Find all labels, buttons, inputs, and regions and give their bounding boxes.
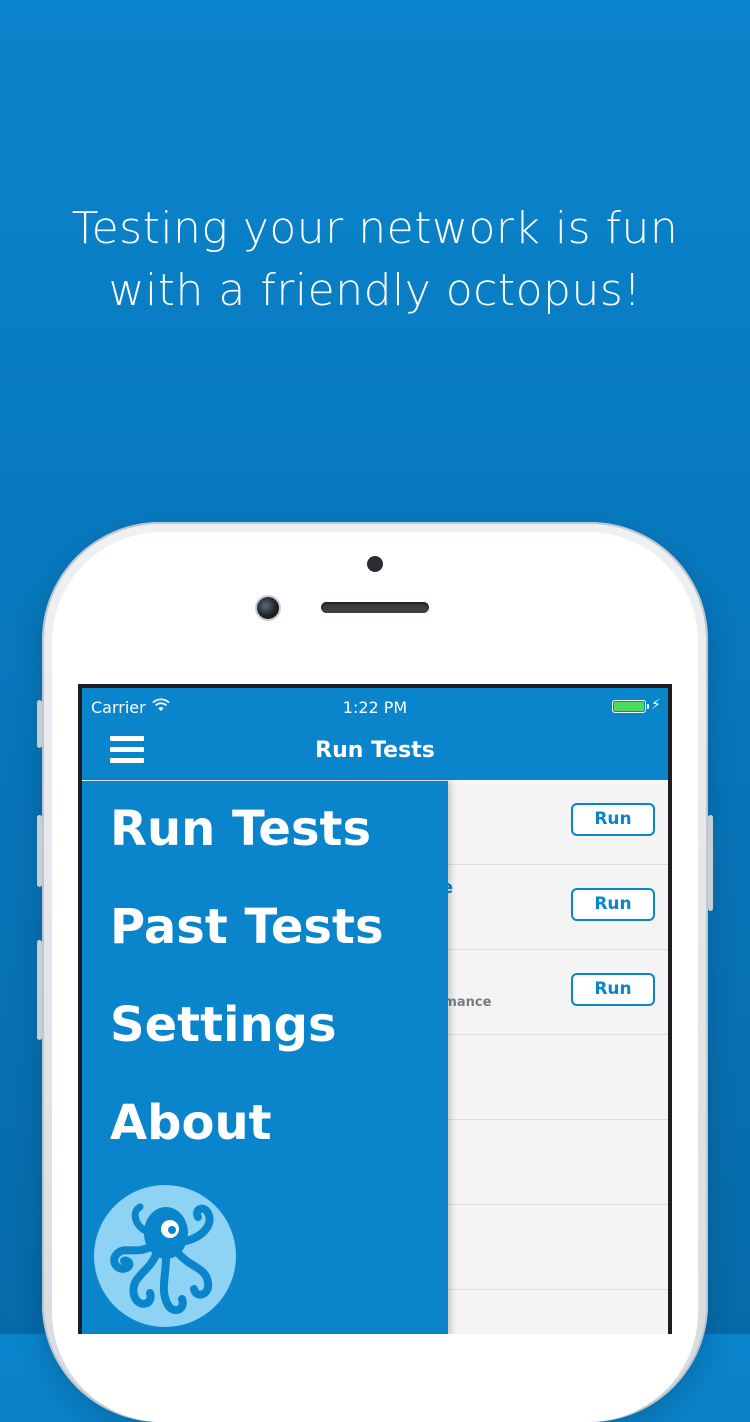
app-screen: Carrier 1:22 PM ⚡ Run Tests Run Run orma… <box>82 688 668 1334</box>
phone-screen: Carrier 1:22 PM ⚡ Run Tests Run Run orma… <box>78 684 672 1334</box>
menu-item-settings[interactable]: Settings <box>110 997 337 1053</box>
charging-bolt-icon: ⚡ <box>651 697 661 713</box>
side-drawer-menu: Run Tests Past Tests Settings About <box>82 781 448 1334</box>
run-button[interactable]: Run <box>571 803 655 836</box>
phone-side-button-mute <box>37 700 42 748</box>
battery-level <box>614 702 644 711</box>
octopus-logo-icon <box>94 1185 236 1327</box>
navigation-bar: Run Tests <box>82 724 668 781</box>
headline-line-2: with a friendly octopus! <box>108 265 642 316</box>
status-time: 1:22 PM <box>342 698 408 717</box>
proximity-sensor <box>367 556 383 572</box>
promo-headline: Testing your network is fun with a frien… <box>0 198 750 322</box>
headline-line-1: Testing your network is fun <box>71 203 679 254</box>
run-button[interactable]: Run <box>571 888 655 921</box>
nav-title: Run Tests <box>315 738 435 763</box>
run-button[interactable]: Run <box>571 973 655 1006</box>
battery-tip <box>647 704 649 709</box>
phone-side-button-volume-up <box>37 815 42 887</box>
menu-item-run-tests[interactable]: Run Tests <box>110 801 371 857</box>
phone-side-button-volume-down <box>37 940 42 1040</box>
phone-side-button-power <box>708 815 713 911</box>
menu-item-past-tests[interactable]: Past Tests <box>110 899 384 955</box>
earpiece-speaker <box>321 602 429 613</box>
status-bar: Carrier 1:22 PM ⚡ <box>82 688 668 724</box>
menu-item-about[interactable]: About <box>110 1095 272 1151</box>
battery-icon <box>612 700 649 713</box>
front-camera <box>257 597 279 619</box>
